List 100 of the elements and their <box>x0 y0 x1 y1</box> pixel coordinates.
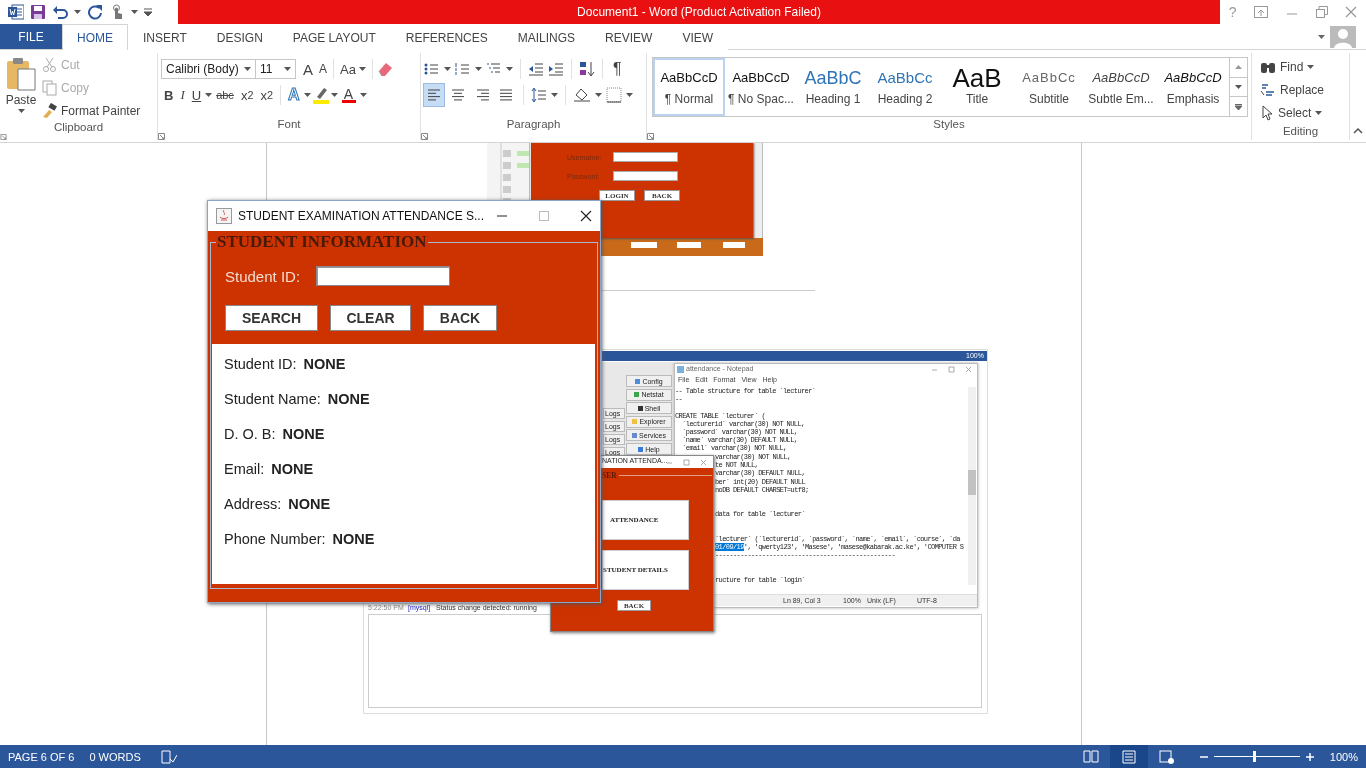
field-value: NONE <box>288 496 331 512</box>
caret-icon[interactable] <box>551 93 558 97</box>
username-field[interactable] <box>613 152 678 162</box>
style-preset[interactable]: AaB Title <box>941 58 1013 116</box>
scroll-up-icon[interactable] <box>1235 65 1242 70</box>
style-preset[interactable]: AaBbCcD Emphasis <box>1157 58 1229 116</box>
format-button[interactable]: abc <box>213 84 237 106</box>
field-value: NONE <box>332 531 375 547</box>
multilevel-list-icon[interactable] <box>486 62 502 76</box>
close-icon[interactable] <box>580 210 593 222</box>
action-button[interactable]: CLEAR <box>330 305 411 331</box>
caret-icon[interactable] <box>506 67 513 71</box>
caret-icon[interactable] <box>444 67 451 71</box>
caret-icon[interactable] <box>74 10 81 14</box>
font-name-field[interactable]: Calibri (Body) <box>161 59 256 79</box>
sort-icon[interactable] <box>579 61 595 77</box>
caret-icon[interactable] <box>1307 65 1315 69</box>
restore-icon[interactable] <box>1315 6 1328 18</box>
line-spacing-icon[interactable] <box>531 87 547 103</box>
web-view-icon <box>1158 749 1175 764</box>
style-preset[interactable]: AaBbCcD Subtle Em... <box>1085 58 1157 116</box>
shrink-font-button[interactable]: A <box>316 58 331 80</box>
field-label: Student Name: <box>224 391 321 407</box>
caret-icon[interactable] <box>595 93 602 97</box>
painter-button[interactable]: Format Painter <box>42 101 141 121</box>
align-center-icon <box>451 88 465 102</box>
replace-button[interactable]: Replace <box>1260 80 1341 100</box>
more-icon[interactable] <box>1235 103 1242 110</box>
field-label: Student ID: <box>225 267 301 285</box>
undo-icon[interactable] <box>52 4 68 20</box>
shading-icon[interactable] <box>573 87 591 103</box>
format-button[interactable]: B <box>161 84 177 106</box>
redo-icon[interactable] <box>87 4 103 20</box>
zoom-level[interactable]: 100% <box>1329 750 1358 763</box>
print-view-button[interactable] <box>1109 745 1148 768</box>
caret-icon[interactable] <box>303 93 311 97</box>
style-preset[interactable]: AaBbCcD ¶ No Spac... <box>725 58 797 116</box>
change-case-button[interactable]: Aa <box>337 58 369 80</box>
ribbon-tab[interactable]: HOME <box>62 24 128 50</box>
find-button[interactable]: Find <box>1260 57 1341 77</box>
binoculars-icon <box>1260 60 1276 74</box>
select-button[interactable]: Select <box>1260 103 1341 123</box>
group-label: Paragraph <box>505 118 562 132</box>
notepad-icon <box>677 366 684 373</box>
proofing-icon[interactable] <box>160 749 177 764</box>
caret-icon[interactable] <box>626 93 633 97</box>
dialog-launcher-icon[interactable] <box>0 133 7 140</box>
format-button[interactable]: I <box>177 84 188 106</box>
field-label: Phone Number: <box>224 531 326 547</box>
font-size-field[interactable]: 11 <box>255 59 296 79</box>
collapse-ribbon-icon[interactable] <box>1353 128 1363 134</box>
caret-icon[interactable] <box>358 67 366 71</box>
style-preset[interactable]: AaBbCcD ¶ Normal <box>653 58 725 116</box>
caret-icon[interactable] <box>131 10 138 14</box>
customize-icon[interactable] <box>144 8 152 16</box>
word-logo-icon[interactable] <box>8 4 24 20</box>
caret-icon[interactable] <box>359 93 367 97</box>
ribbon-display-icon[interactable] <box>1254 6 1269 18</box>
caret-icon[interactable] <box>330 93 338 97</box>
student-id-field[interactable] <box>316 266 451 286</box>
zoom-thumb[interactable] <box>1252 751 1256 762</box>
borders-icon[interactable] <box>606 87 622 103</box>
align-left-button[interactable] <box>424 84 444 106</box>
show-marks-button[interactable]: ¶ <box>610 58 625 80</box>
group-label: Font <box>276 118 302 132</box>
field-label: Address: <box>224 496 282 512</box>
caret-icon[interactable] <box>1235 85 1242 89</box>
dialog-launcher-icon[interactable] <box>421 133 428 140</box>
dialog-launcher-icon[interactable] <box>647 133 654 140</box>
save-icon[interactable] <box>30 4 46 20</box>
style-preset[interactable]: AaBbC Heading 1 <box>797 58 869 116</box>
caret-icon[interactable] <box>244 67 251 71</box>
highlighter-icon[interactable] <box>311 86 330 104</box>
word-count[interactable]: 0 WORDS <box>89 750 141 763</box>
window-title: STUDENT EXAMINATION ATTENDANCE S... <box>238 209 485 223</box>
file-tab[interactable]: FILE <box>0 24 62 49</box>
scroll-bar[interactable] <box>968 387 976 585</box>
password-field[interactable] <box>613 171 678 181</box>
bullets-icon[interactable] <box>424 62 440 76</box>
caret-icon[interactable] <box>205 93 213 97</box>
caret-icon[interactable] <box>1315 111 1323 115</box>
page-count[interactable]: PAGE 6 OF 6 <box>8 750 75 763</box>
dialog-launcher-icon[interactable] <box>158 133 165 140</box>
action-button[interactable]: BACK <box>423 305 497 331</box>
grow-font-button[interactable]: A <box>300 58 316 80</box>
caret-icon[interactable] <box>1318 34 1325 39</box>
zoom-in-icon[interactable] <box>1305 752 1314 761</box>
caret-icon[interactable] <box>284 67 291 71</box>
clipboard-icon <box>6 57 36 91</box>
caret-icon[interactable] <box>17 109 25 113</box>
increase-indent-icon[interactable] <box>548 62 564 76</box>
font-color-button[interactable]: A <box>338 84 359 106</box>
format-button[interactable]: U <box>188 84 205 106</box>
field-value: NONE <box>327 391 370 407</box>
action-button[interactable]: SEARCH <box>225 305 318 331</box>
decrease-indent-icon[interactable] <box>528 62 544 76</box>
caret-icon[interactable] <box>475 67 482 71</box>
style-preset[interactable]: AaBbCc Heading 2 <box>869 58 941 116</box>
style-preset[interactable]: AaBbCc Subtitle <box>1013 58 1085 116</box>
paste-button[interactable]: Paste <box>0 53 42 121</box>
